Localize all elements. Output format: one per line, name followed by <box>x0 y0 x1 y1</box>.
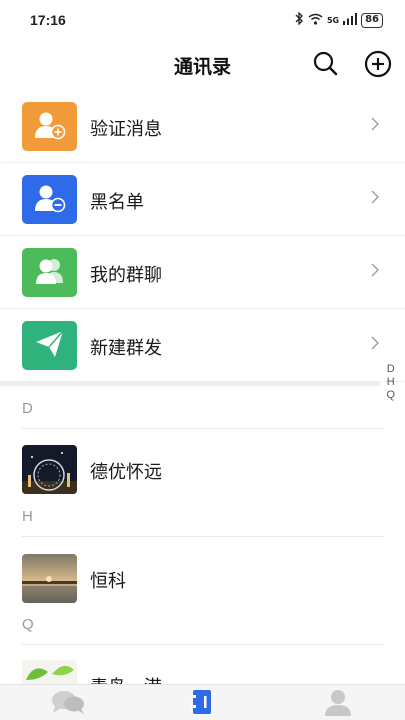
contact-item[interactable]: 德优怀远 <box>0 445 380 505</box>
section-header-q: Q <box>22 616 34 633</box>
avatar <box>22 660 77 684</box>
chat-icon <box>50 689 86 719</box>
chevron-right-icon <box>371 115 379 136</box>
search-icon <box>311 49 341 83</box>
menu-item-label: 黑名单 <box>90 192 144 213</box>
page-title: 通讯录 <box>173 56 231 78</box>
divider-line <box>22 428 384 429</box>
menu-item-label: 新建群发 <box>90 338 162 359</box>
menu-item-label: 我的群聊 <box>90 265 162 286</box>
verify-icon-tile <box>22 102 77 151</box>
chevron-right-icon <box>371 261 379 282</box>
menu-item-blacklist[interactable]: 黑名单 <box>0 163 405 236</box>
battery-indicator: 86 <box>361 12 383 28</box>
alphabet-index[interactable]: D H Q <box>386 363 395 401</box>
contact-name: 恒科 <box>90 571 126 592</box>
chevron-right-icon <box>371 334 379 355</box>
wifi-icon <box>308 13 323 28</box>
avatar <box>22 554 77 603</box>
section-header-d: D <box>22 400 33 417</box>
groups-icon-tile <box>22 248 77 297</box>
divider-line <box>22 536 384 537</box>
network-type: 5G <box>326 15 340 25</box>
contact-item[interactable]: 青岛一港 <box>0 660 380 684</box>
contact-item[interactable]: 恒科 <box>0 554 380 614</box>
contacts-menu: 验证消息 黑名单 我的群聊 新建群发 <box>0 90 405 382</box>
tab-messages[interactable] <box>48 689 88 719</box>
menu-item-verify-messages[interactable]: 验证消息 <box>0 90 405 163</box>
contacts-book-icon <box>189 688 215 720</box>
bluetooth-icon <box>295 11 304 28</box>
plus-circle-icon <box>363 49 393 83</box>
menu-item-my-groups[interactable]: 我的群聊 <box>0 236 405 309</box>
bottom-tab-bar <box>0 684 405 720</box>
section-divider <box>0 381 380 386</box>
broadcast-icon-tile <box>22 321 77 370</box>
status-icons: 5G 86 <box>295 11 383 28</box>
send-icon <box>34 329 66 363</box>
blacklist-icon-tile <box>22 175 77 224</box>
search-button[interactable] <box>310 50 342 82</box>
header: 通讯录 <box>0 40 405 90</box>
index-letter-q[interactable]: Q <box>386 389 395 401</box>
chevron-right-icon <box>371 188 379 209</box>
status-bar: 17:16 5G 86 <box>0 0 405 40</box>
divider-line <box>22 644 384 645</box>
index-letter-d[interactable]: D <box>387 363 395 375</box>
add-user-icon <box>33 110 67 144</box>
block-user-icon <box>33 183 67 217</box>
menu-item-label: 验证消息 <box>90 119 162 140</box>
person-icon <box>324 688 352 720</box>
contact-name: 青岛一港 <box>90 673 162 684</box>
contact-name: 德优怀远 <box>90 462 162 483</box>
add-button[interactable] <box>362 50 394 82</box>
tab-me[interactable] <box>318 689 358 719</box>
menu-item-new-broadcast[interactable]: 新建群发 <box>0 309 405 382</box>
index-letter-h[interactable]: H <box>387 376 395 388</box>
group-icon <box>33 257 67 289</box>
status-time: 17:16 <box>30 12 66 28</box>
signal-icon <box>343 12 358 28</box>
section-header-h: H <box>22 508 33 525</box>
avatar <box>22 445 77 494</box>
tab-contacts[interactable] <box>182 689 222 719</box>
